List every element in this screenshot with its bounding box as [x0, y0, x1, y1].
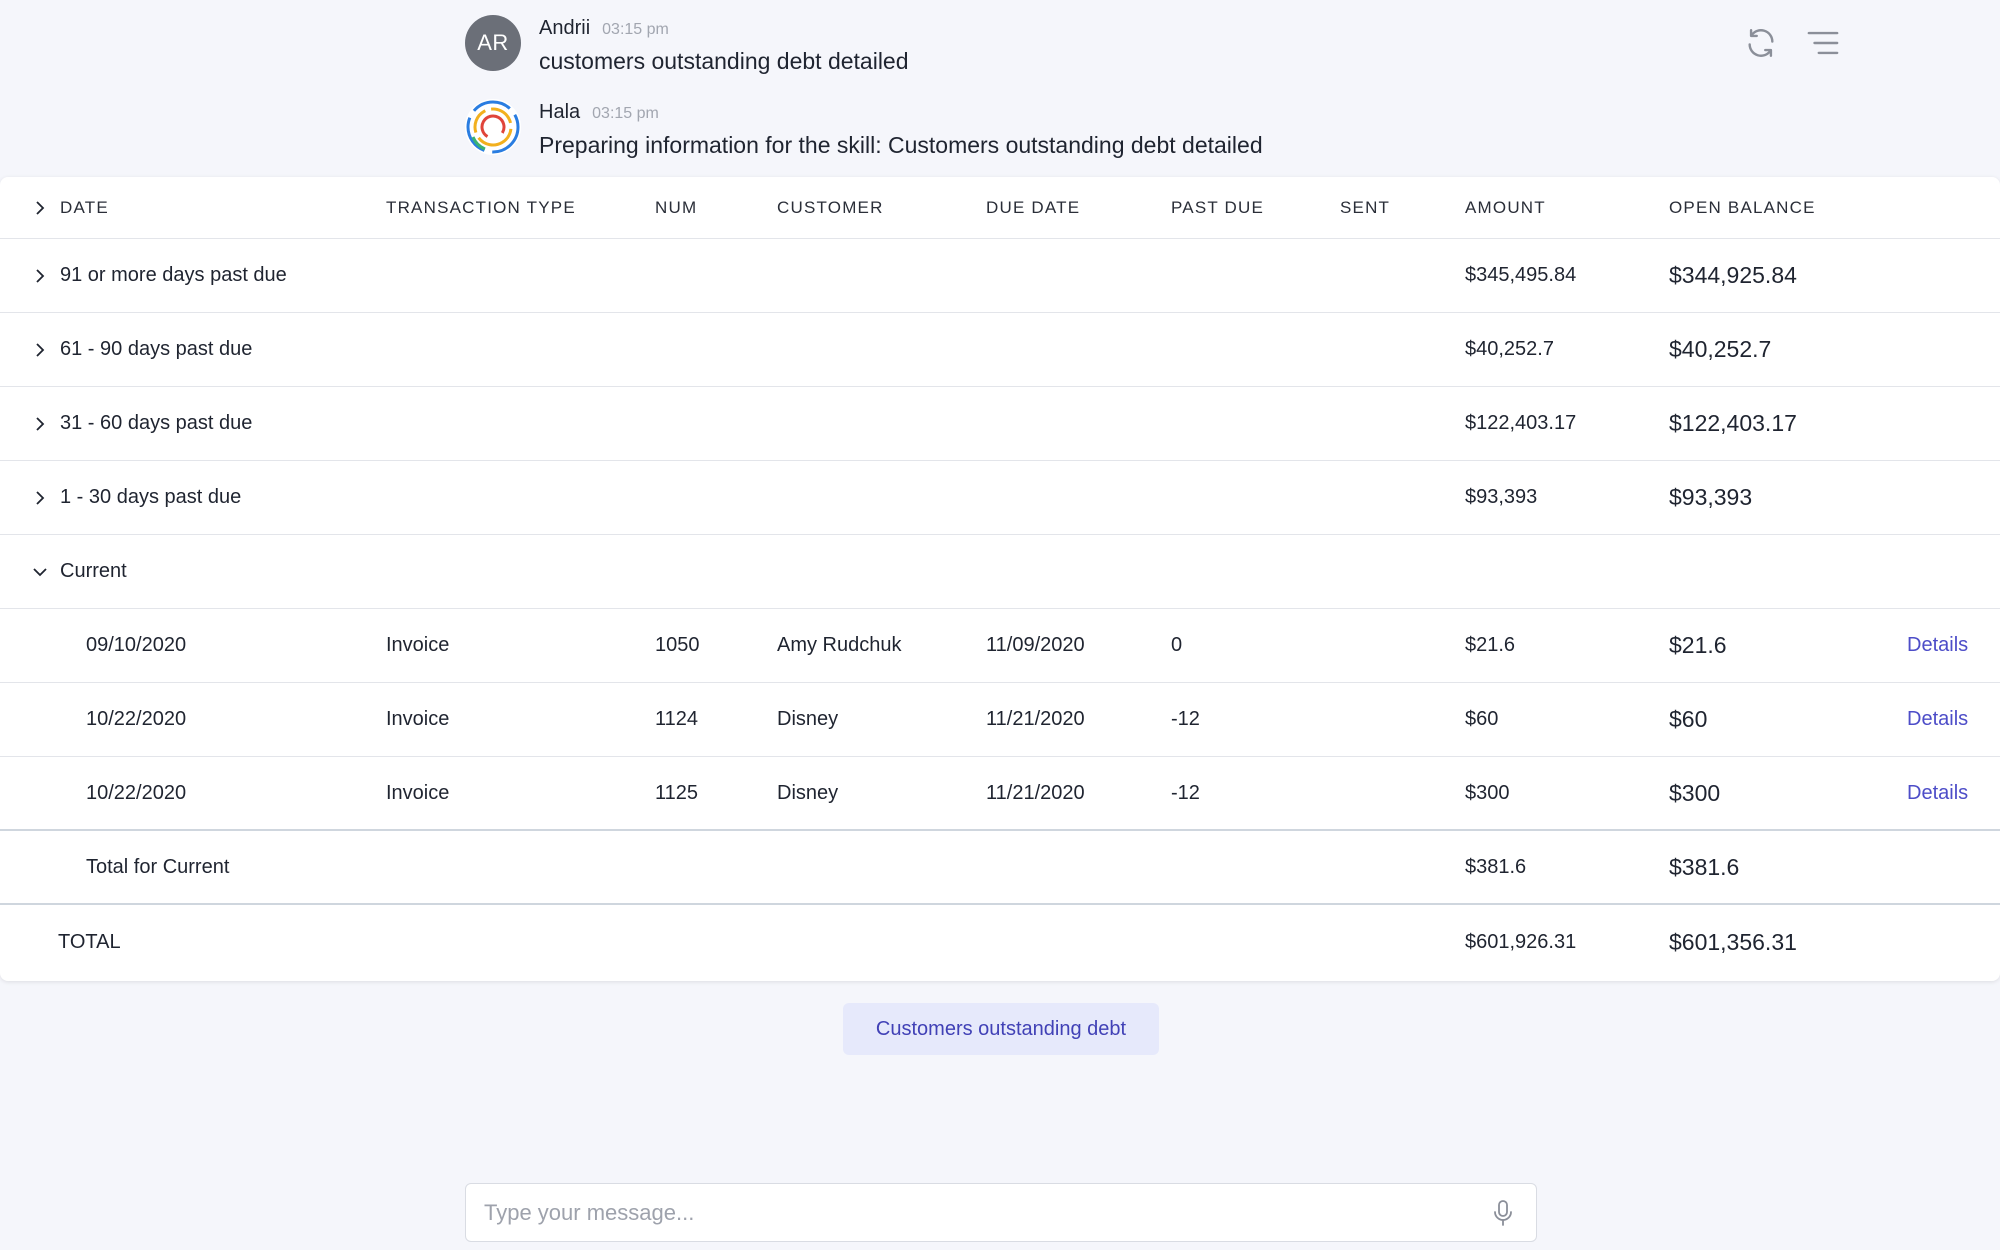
message-body: Hala 03:15 pm Preparing information for … — [539, 99, 1263, 159]
amount-cell: $21.6 — [1465, 634, 1516, 656]
table-row: 09/10/2020 Invoice 1050 Amy Rudchuk 11/0… — [0, 609, 2000, 683]
chevron-right-icon[interactable] — [32, 200, 48, 216]
message-text: Preparing information for the skill: Cus… — [539, 132, 1263, 158]
open-balance-cell: $381.6 — [1669, 853, 1740, 880]
message-author: Hala — [539, 101, 581, 123]
header-open-balance: OPEN BALANCE — [1669, 197, 1816, 217]
amount-cell: $345,495.84 — [1465, 264, 1577, 286]
message-author: Andrii — [539, 17, 591, 39]
amount-cell: $122,403.17 — [1465, 412, 1577, 434]
message-body: Andrii 03:15 pm customers outstanding de… — [539, 15, 909, 75]
suggestion-chip[interactable]: Customers outstanding debt — [843, 1003, 1159, 1055]
open-balance-cell: $344,925.84 — [1669, 262, 1797, 288]
header-date[interactable]: DATE — [32, 177, 109, 238]
chevron-right-icon[interactable] — [32, 268, 48, 284]
message-header: Andrii 03:15 pm — [539, 17, 909, 40]
total-row: TOTAL $601,926.31 $601,356.31 — [0, 905, 2000, 979]
amount-cell: $40,252.7 — [1465, 338, 1554, 360]
amount-cell: $300 — [1465, 781, 1510, 804]
type-cell: Invoice — [386, 781, 450, 804]
header-num: NUM — [655, 197, 698, 217]
due-date-cell: 11/09/2020 — [986, 634, 1085, 656]
details-link[interactable]: Details — [1907, 757, 1968, 829]
top-toolbar — [1742, 24, 1842, 62]
chevron-right-icon[interactable] — [32, 490, 48, 506]
open-balance-cell: $122,403.17 — [1669, 410, 1797, 436]
debt-table: DATE TRANSACTION TYPE NUM CUSTOMER DUE D… — [0, 177, 2000, 981]
header-sent: SENT — [1340, 197, 1391, 217]
customer-cell: Disney — [777, 781, 839, 804]
header-transaction-type: TRANSACTION TYPE — [386, 197, 576, 217]
details-link[interactable]: Details — [1907, 609, 1968, 682]
open-balance-cell: $21.6 — [1669, 632, 1727, 658]
chevron-right-icon[interactable] — [32, 416, 48, 432]
group-label: 1 - 30 days past due — [60, 486, 242, 508]
group-label: 91 or more days past due — [60, 264, 287, 286]
past-due-cell: 0 — [1171, 634, 1183, 656]
due-date-cell: 11/21/2020 — [986, 708, 1085, 730]
date-cell: 09/10/2020 — [86, 634, 187, 656]
message-andrii: AR Andrii 03:15 pm customers outstanding… — [465, 15, 909, 75]
header-amount: AMOUNT — [1465, 197, 1546, 217]
table-header-row: DATE TRANSACTION TYPE NUM CUSTOMER DUE D… — [0, 177, 2000, 239]
message-hala: Hala 03:15 pm Preparing information for … — [465, 99, 1263, 159]
message-time: 03:15 pm — [592, 105, 659, 122]
group-label: 61 - 90 days past due — [60, 338, 253, 360]
open-balance-cell: $40,252.7 — [1669, 336, 1772, 362]
type-cell: Invoice — [386, 708, 450, 730]
header-customer: CUSTOMER — [777, 197, 884, 217]
subtotal-row: Total for Current $381.6 $381.6 — [0, 831, 2000, 905]
amount-cell: $381.6 — [1465, 855, 1527, 878]
chevron-down-icon[interactable] — [32, 564, 48, 580]
open-balance-cell: $300 — [1669, 779, 1721, 806]
total-label: TOTAL — [58, 930, 121, 953]
header-due-date: DUE DATE — [986, 197, 1081, 217]
group-label: 31 - 60 days past due — [60, 412, 253, 434]
menu-icon[interactable] — [1804, 24, 1842, 62]
header-past-due: PAST DUE — [1171, 197, 1265, 217]
num-cell: 1125 — [655, 781, 699, 804]
message-composer — [465, 1183, 1537, 1242]
message-header: Hala 03:15 pm — [539, 101, 1263, 124]
date-cell: 10/22/2020 — [86, 781, 187, 804]
refresh-icon[interactable] — [1742, 24, 1780, 62]
amount-cell: $601,926.31 — [1465, 930, 1577, 953]
past-due-cell: -12 — [1171, 781, 1200, 804]
customer-cell: Amy Rudchuk — [777, 634, 902, 656]
message-time: 03:15 pm — [602, 21, 669, 38]
message-input[interactable] — [484, 1199, 1488, 1226]
table-row: 10/22/2020 Invoice 1125 Disney 11/21/202… — [0, 757, 2000, 831]
num-cell: 1050 — [655, 634, 700, 656]
open-balance-cell: $93,393 — [1669, 484, 1753, 510]
avatar: AR — [465, 15, 521, 71]
details-link[interactable]: Details — [1907, 683, 1968, 756]
past-due-cell: -12 — [1171, 708, 1200, 730]
customer-cell: Disney — [777, 708, 839, 730]
amount-cell: $60 — [1465, 708, 1499, 730]
table-row: 10/22/2020 Invoice 1124 Disney 11/21/202… — [0, 683, 2000, 757]
group-row-91-plus[interactable]: 91 or more days past due $345,495.84 $34… — [0, 239, 2000, 313]
type-cell: Invoice — [386, 634, 450, 656]
open-balance-cell: $601,356.31 — [1669, 928, 1797, 955]
open-balance-cell: $60 — [1669, 706, 1708, 732]
date-cell: 10/22/2020 — [86, 708, 187, 730]
amount-cell: $93,393 — [1465, 486, 1538, 508]
group-row-31-60[interactable]: 31 - 60 days past due $122,403.17 $122,4… — [0, 387, 2000, 461]
due-date-cell: 11/21/2020 — [986, 781, 1085, 804]
group-label: Current — [60, 560, 127, 582]
subtotal-label: Total for Current — [86, 855, 230, 878]
hala-logo-icon — [465, 99, 521, 155]
group-row-1-30[interactable]: 1 - 30 days past due $93,393 $93,393 — [0, 461, 2000, 535]
group-row-current[interactable]: Current — [0, 535, 2000, 609]
num-cell: 1124 — [655, 708, 699, 730]
chevron-right-icon[interactable] — [32, 342, 48, 358]
message-text: customers outstanding debt detailed — [539, 48, 909, 74]
group-row-61-90[interactable]: 61 - 90 days past due $40,252.7 $40,252.… — [0, 313, 2000, 387]
microphone-icon[interactable] — [1488, 1198, 1518, 1228]
